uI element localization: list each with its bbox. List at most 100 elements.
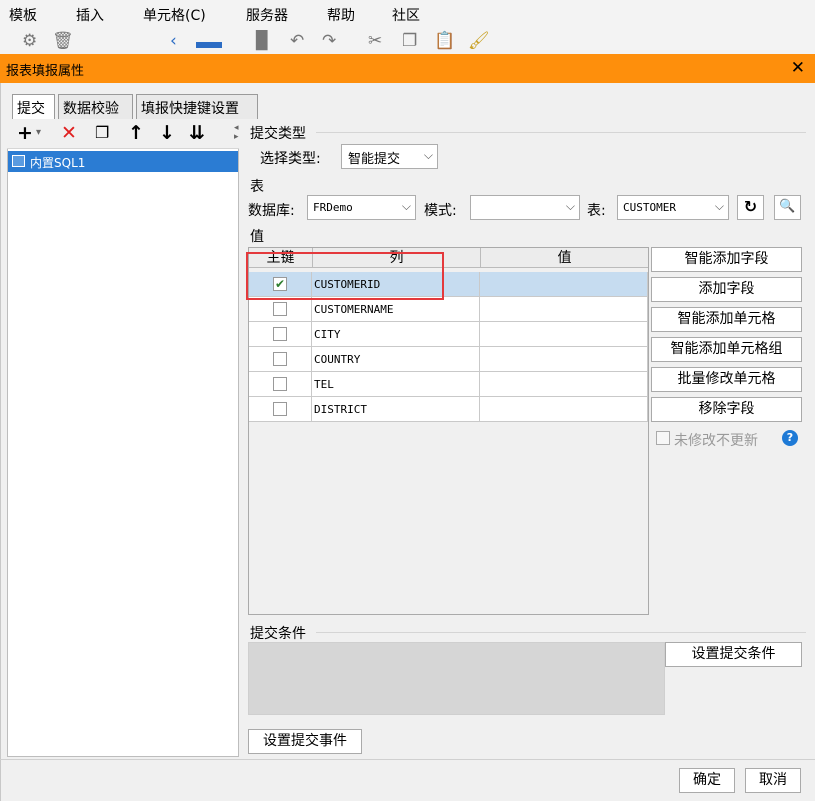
delete-icon[interactable]: 🗑 bbox=[52, 31, 74, 51]
conditions-list[interactable] bbox=[248, 642, 665, 715]
highlight-box bbox=[246, 252, 444, 300]
tab-submit[interactable]: 提交 bbox=[12, 94, 55, 120]
chevron-down-icon: ⌵ bbox=[565, 199, 575, 213]
pk-cell bbox=[249, 397, 312, 422]
pk-checkbox[interactable] bbox=[273, 377, 287, 391]
align-icon[interactable] bbox=[196, 42, 222, 48]
conditions-section-label: 提交条件 bbox=[250, 626, 306, 642]
tab-data-validation[interactable]: 数据校验 bbox=[58, 94, 133, 119]
table-row[interactable]: TEL bbox=[249, 372, 648, 397]
refresh-icon[interactable]: ↻ bbox=[737, 195, 764, 220]
table-select[interactable]: CUSTOMER ⌵ bbox=[617, 195, 729, 220]
column-cell[interactable]: CITY bbox=[312, 322, 480, 347]
splitter-handle[interactable]: ◂ ▸ bbox=[234, 124, 239, 142]
pk-cell bbox=[249, 297, 312, 322]
tree-toolbar: + ▾ ✕ ❐ ↑ ↓ ⇊ bbox=[7, 119, 239, 149]
add-field-button[interactable]: 添加字段 bbox=[651, 277, 802, 302]
pk-cell bbox=[249, 347, 312, 372]
smart-add-cell-group-button[interactable]: 智能添加单元格组 bbox=[651, 337, 802, 362]
pk-cell bbox=[249, 372, 312, 397]
values-section-label: 值 bbox=[250, 229, 264, 245]
value-column-header[interactable]: 值 bbox=[480, 248, 648, 268]
pk-checkbox[interactable] bbox=[273, 327, 287, 341]
copy-icon[interactable]: ❐ bbox=[95, 123, 109, 143]
save-icon[interactable]: ▉ bbox=[256, 31, 269, 51]
menu-template[interactable]: 模板 bbox=[9, 5, 37, 25]
paste-icon[interactable]: 📋 bbox=[434, 31, 455, 51]
submit-type-value: 智能提交 bbox=[348, 152, 401, 167]
value-cell[interactable] bbox=[480, 297, 648, 322]
remove-field-button[interactable]: 移除字段 bbox=[651, 397, 802, 422]
column-cell[interactable]: CUSTOMERNAME bbox=[312, 297, 480, 322]
move-up-icon[interactable]: ↑ bbox=[128, 123, 144, 143]
submit-type-label: 选择类型: bbox=[260, 151, 321, 167]
database-label: 数据库: bbox=[248, 203, 295, 219]
pk-checkbox[interactable] bbox=[273, 302, 287, 316]
menu-help[interactable]: 帮助 bbox=[327, 5, 355, 25]
value-cell[interactable] bbox=[480, 322, 648, 347]
table-label: 表: bbox=[587, 203, 606, 219]
ok-button[interactable]: 确定 bbox=[679, 768, 735, 793]
table-row[interactable]: DISTRICT bbox=[249, 397, 648, 422]
chevron-down-icon: ⌵ bbox=[423, 148, 433, 162]
smart-add-field-button[interactable]: 智能添加字段 bbox=[651, 247, 802, 272]
tab-shortcut-settings[interactable]: 填报快捷键设置 bbox=[136, 94, 258, 119]
database-select[interactable]: FRDemo ⌵ bbox=[307, 195, 416, 220]
smart-add-cell-button[interactable]: 智能添加单元格 bbox=[651, 307, 802, 332]
dialog-titlebar: 报表填报属性 ✕ bbox=[0, 54, 815, 83]
value-cell[interactable] bbox=[480, 397, 648, 422]
unmodified-no-update-checkbox[interactable] bbox=[656, 431, 670, 445]
menu-server[interactable]: 服务器 bbox=[246, 5, 288, 25]
value-cell[interactable] bbox=[480, 372, 648, 397]
table-section-label: 表 bbox=[250, 179, 264, 195]
chevron-down-icon[interactable]: ▾ bbox=[36, 127, 41, 138]
preview-icon[interactable]: 🔍 bbox=[774, 195, 801, 220]
set-conditions-button[interactable]: 设置提交条件 bbox=[665, 642, 802, 667]
menu-community[interactable]: 社区 bbox=[392, 5, 420, 25]
sql-table-icon bbox=[12, 155, 25, 167]
pk-cell bbox=[249, 322, 312, 347]
settings-icon[interactable]: ⚙ bbox=[22, 31, 37, 51]
menu-insert[interactable]: 插入 bbox=[76, 5, 104, 25]
batch-modify-cell-button[interactable]: 批量修改单元格 bbox=[651, 367, 802, 392]
close-icon[interactable]: ✕ bbox=[791, 58, 805, 78]
dialog-title: 报表填报属性 bbox=[6, 64, 85, 79]
submit-type-section-label: 提交类型 bbox=[250, 126, 306, 142]
tree-panel bbox=[7, 119, 239, 757]
undo-icon[interactable]: ↶ bbox=[290, 31, 304, 51]
column-cell[interactable]: TEL bbox=[312, 372, 480, 397]
delete-icon[interactable]: ✕ bbox=[61, 123, 77, 143]
value-cell[interactable] bbox=[480, 347, 648, 372]
copy-icon[interactable]: ❐ bbox=[402, 31, 417, 51]
help-icon[interactable]: ? bbox=[782, 430, 798, 446]
add-icon[interactable]: + bbox=[17, 123, 33, 143]
schema-select[interactable]: ⌵ bbox=[470, 195, 580, 220]
submit-type-select[interactable]: 智能提交 ⌵ bbox=[341, 144, 438, 169]
divider bbox=[0, 759, 815, 760]
divider bbox=[316, 132, 806, 133]
divider bbox=[316, 632, 806, 633]
table-row[interactable]: COUNTRY bbox=[249, 347, 648, 372]
tree-item-sql1[interactable]: 内置SQL1 bbox=[8, 151, 238, 172]
cut-icon[interactable]: ✂ bbox=[368, 31, 382, 51]
format-brush-icon[interactable]: 🖌 bbox=[468, 31, 490, 51]
chevron-down-icon: ⌵ bbox=[714, 199, 724, 213]
table-row[interactable]: CUSTOMERNAME bbox=[249, 297, 648, 322]
unmodified-no-update-label: 未修改不更新 bbox=[674, 433, 758, 449]
column-cell[interactable]: COUNTRY bbox=[312, 347, 480, 372]
menu-bar: 模板 插入 单元格(C) 服务器 帮助 社区 bbox=[0, 0, 815, 30]
menu-cell[interactable]: 单元格(C) bbox=[143, 5, 206, 25]
set-submit-event-button[interactable]: 设置提交事件 bbox=[248, 729, 362, 754]
redo-icon[interactable]: ↷ bbox=[322, 31, 336, 51]
chevron-down-icon: ⌵ bbox=[401, 199, 411, 213]
column-cell[interactable]: DISTRICT bbox=[312, 397, 480, 422]
pk-checkbox[interactable] bbox=[273, 402, 287, 416]
move-down-icon[interactable]: ↓ bbox=[159, 123, 175, 143]
value-cell[interactable] bbox=[480, 272, 648, 297]
table-row[interactable]: CITY bbox=[249, 322, 648, 347]
sort-icon[interactable]: ⇊ bbox=[189, 123, 205, 143]
chevron-left-icon[interactable]: ‹ bbox=[170, 31, 177, 51]
main-toolbar: ⚙ 🗑 ‹ ▉ ↶ ↷ ✂ ❐ 📋 🖌 bbox=[0, 30, 815, 54]
pk-checkbox[interactable] bbox=[273, 352, 287, 366]
cancel-button[interactable]: 取消 bbox=[745, 768, 801, 793]
